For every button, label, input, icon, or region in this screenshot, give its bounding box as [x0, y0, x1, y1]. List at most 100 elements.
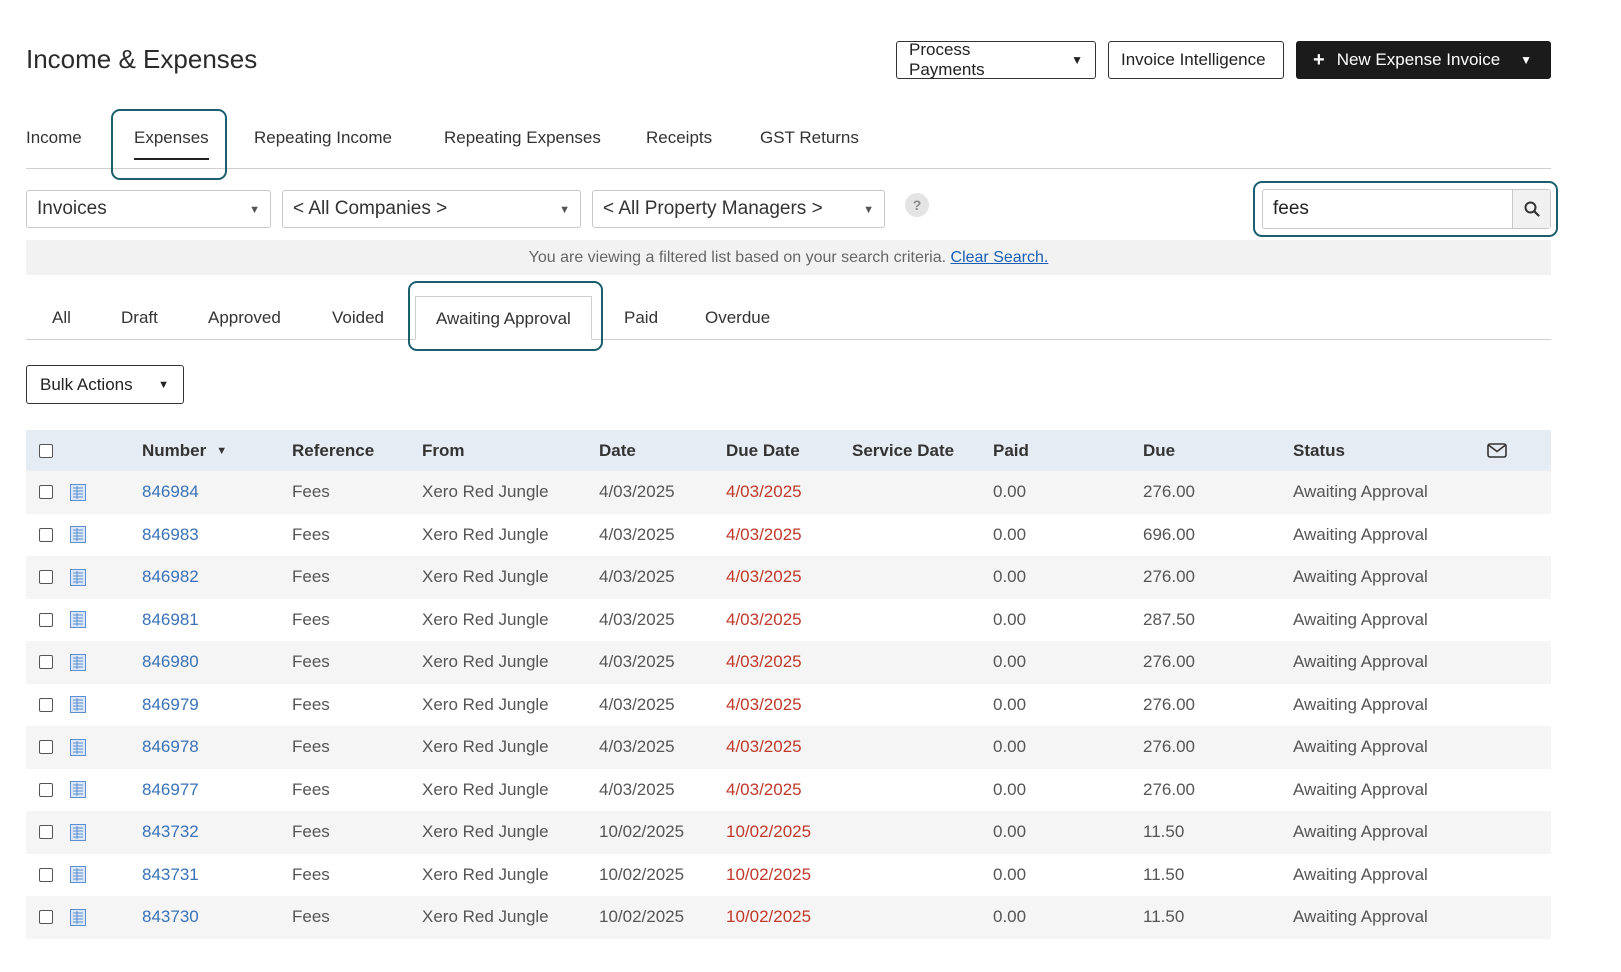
invoice-number-link[interactable]: 846984	[142, 471, 199, 514]
invoice-document-icon[interactable]	[70, 696, 86, 714]
search-icon	[1524, 201, 1540, 217]
tab-repeating-income[interactable]: Repeating Income	[254, 128, 392, 148]
column-service-date[interactable]: Service Date	[852, 430, 954, 471]
row-checkbox[interactable]	[39, 570, 53, 585]
invoice-document-icon[interactable]	[70, 526, 86, 544]
property-managers-value: < All Property Managers >	[603, 198, 823, 219]
row-checkbox[interactable]	[39, 910, 53, 925]
table-row[interactable]: 846977 Fees Xero Red Jungle 4/03/2025 4/03/2…	[26, 768, 1551, 812]
invoice-document-icon[interactable]	[70, 653, 86, 671]
table-row[interactable]: 846978 Fees Xero Red Jungle 4/03/2025 4/03/2…	[26, 726, 1551, 769]
row-checkbox[interactable]	[39, 825, 53, 840]
date-cell: 4/03/2025	[599, 609, 675, 629]
search-button[interactable]	[1512, 190, 1550, 228]
invoice-intelligence-button[interactable]: Invoice Intelligence	[1108, 41, 1284, 79]
table-row[interactable]: 846982 Fees Xero Red Jungle 4/03/2025 4/03/2…	[26, 556, 1551, 599]
new-expense-invoice-button[interactable]: + New Expense Invoice ▼	[1296, 41, 1551, 79]
column-from[interactable]: From	[422, 430, 465, 471]
tab-all[interactable]: All	[52, 308, 71, 328]
invoice-number-link[interactable]: 846980	[142, 641, 199, 684]
column-due[interactable]: Due	[1143, 430, 1175, 471]
from-cell: Xero Red Jungle	[422, 524, 549, 544]
reference-cell: Fees	[292, 737, 330, 757]
clear-search-link[interactable]: Clear Search.	[951, 249, 1049, 266]
invoice-number-link[interactable]: 846983	[142, 514, 199, 557]
row-checkbox[interactable]	[39, 740, 53, 755]
search-input[interactable]	[1263, 190, 1513, 228]
due-cell: 276.00	[1143, 652, 1195, 672]
from-cell: Xero Red Jungle	[422, 822, 549, 842]
email-icon[interactable]	[1487, 430, 1507, 471]
row-checkbox[interactable]	[39, 697, 53, 712]
table-row[interactable]: 846980 Fees Xero Red Jungle 4/03/2025 4/03/2…	[26, 641, 1551, 684]
companies-select[interactable]: < All Companies > ▼	[282, 190, 581, 228]
column-date[interactable]: Date	[599, 430, 636, 471]
invoice-number-link[interactable]: 846979	[142, 684, 199, 727]
invoice-document-icon[interactable]	[70, 738, 86, 756]
column-paid[interactable]: Paid	[993, 430, 1029, 471]
from-cell: Xero Red Jungle	[422, 652, 549, 672]
tab-paid[interactable]: Paid	[624, 308, 658, 328]
date-cell: 10/02/2025	[599, 822, 685, 842]
row-checkbox[interactable]	[39, 782, 53, 797]
from-cell: Xero Red Jungle	[422, 482, 549, 502]
invoice-document-icon[interactable]	[70, 483, 86, 501]
row-checkbox[interactable]	[39, 867, 53, 882]
property-managers-select[interactable]: < All Property Managers > ▼	[592, 190, 885, 228]
paid-cell: 0.00	[993, 779, 1027, 799]
row-checkbox[interactable]	[39, 485, 53, 500]
tab-income[interactable]: Income	[26, 128, 82, 148]
invoice-number-link[interactable]: 846978	[142, 726, 199, 769]
process-payments-label: Process Payments	[909, 40, 985, 79]
date-cell: 4/03/2025	[599, 524, 675, 544]
due-cell: 276.00	[1143, 779, 1195, 799]
invoice-document-icon[interactable]	[70, 781, 86, 799]
table-row[interactable]: 846981 Fees Xero Red Jungle 4/03/2025 4/03/2…	[26, 598, 1551, 642]
search-box	[1262, 189, 1551, 229]
invoice-document-icon[interactable]	[70, 908, 86, 926]
invoice-number-link[interactable]: 843731	[142, 854, 199, 897]
tab-expenses[interactable]: Expenses	[134, 128, 209, 160]
invoice-number-link[interactable]: 846982	[142, 556, 199, 599]
tab-overdue[interactable]: Overdue	[705, 308, 770, 328]
help-icon[interactable]: ?	[905, 193, 929, 217]
status-cell: Awaiting Approval	[1293, 694, 1428, 714]
invoice-document-icon[interactable]	[70, 866, 86, 884]
tab-awaiting-approval[interactable]: Awaiting Approval	[415, 296, 592, 340]
invoice-number-link[interactable]: 846981	[142, 599, 199, 642]
row-checkbox[interactable]	[39, 612, 53, 627]
table-row[interactable]: 843732 Fees Xero Red Jungle 10/02/2025 10/02…	[26, 811, 1551, 854]
invoice-document-icon[interactable]	[70, 823, 86, 841]
tab-repeating-expenses[interactable]: Repeating Expenses	[444, 128, 601, 148]
column-reference[interactable]: Reference	[292, 430, 374, 471]
invoice-number-link[interactable]: 846977	[142, 769, 199, 812]
table-row[interactable]: 846979 Fees Xero Red Jungle 4/03/2025 4/03/2…	[26, 683, 1551, 727]
row-checkbox[interactable]	[39, 655, 53, 670]
column-number[interactable]: Number ▼	[142, 430, 227, 471]
table-row[interactable]: 843730 Fees Xero Red Jungle 10/02/2025 10/02…	[26, 896, 1551, 939]
row-checkbox[interactable]	[39, 527, 53, 542]
invoice-number-link[interactable]: 843730	[142, 896, 199, 939]
invoice-document-icon[interactable]	[70, 568, 86, 586]
table-row[interactable]: 846983 Fees Xero Red Jungle 4/03/2025 4/03/2…	[26, 513, 1551, 557]
process-payments-button[interactable]: Process Payments ▼	[896, 40, 1096, 79]
due-date-cell: 10/02/2025	[726, 864, 812, 884]
reference-cell: Fees	[292, 864, 330, 884]
bulk-actions-dropdown[interactable]: Bulk Actions ▼	[26, 365, 184, 404]
tab-approved[interactable]: Approved	[208, 308, 281, 328]
table-row[interactable]: 846984 Fees Xero Red Jungle 4/03/2025 4/03/2…	[26, 471, 1551, 514]
tab-receipts[interactable]: Receipts	[646, 128, 712, 148]
tab-draft[interactable]: Draft	[121, 308, 158, 328]
due-cell: 11.50	[1143, 822, 1185, 842]
invoice-number-link[interactable]: 843732	[142, 811, 199, 854]
invoice-type-select[interactable]: Invoices ▼	[26, 190, 271, 228]
tab-voided[interactable]: Voided	[332, 308, 384, 328]
column-status[interactable]: Status	[1293, 430, 1345, 471]
table-row[interactable]: 843731 Fees Xero Red Jungle 10/02/2025 10/02…	[26, 853, 1551, 897]
invoice-document-icon[interactable]	[70, 611, 86, 629]
select-all-checkbox[interactable]	[39, 443, 53, 458]
column-due-date[interactable]: Due Date	[726, 430, 800, 471]
chevron-down-icon[interactable]: ▼	[1520, 53, 1532, 67]
tab-gst-returns[interactable]: GST Returns	[760, 128, 859, 148]
due-date-cell: 4/03/2025	[726, 694, 802, 714]
